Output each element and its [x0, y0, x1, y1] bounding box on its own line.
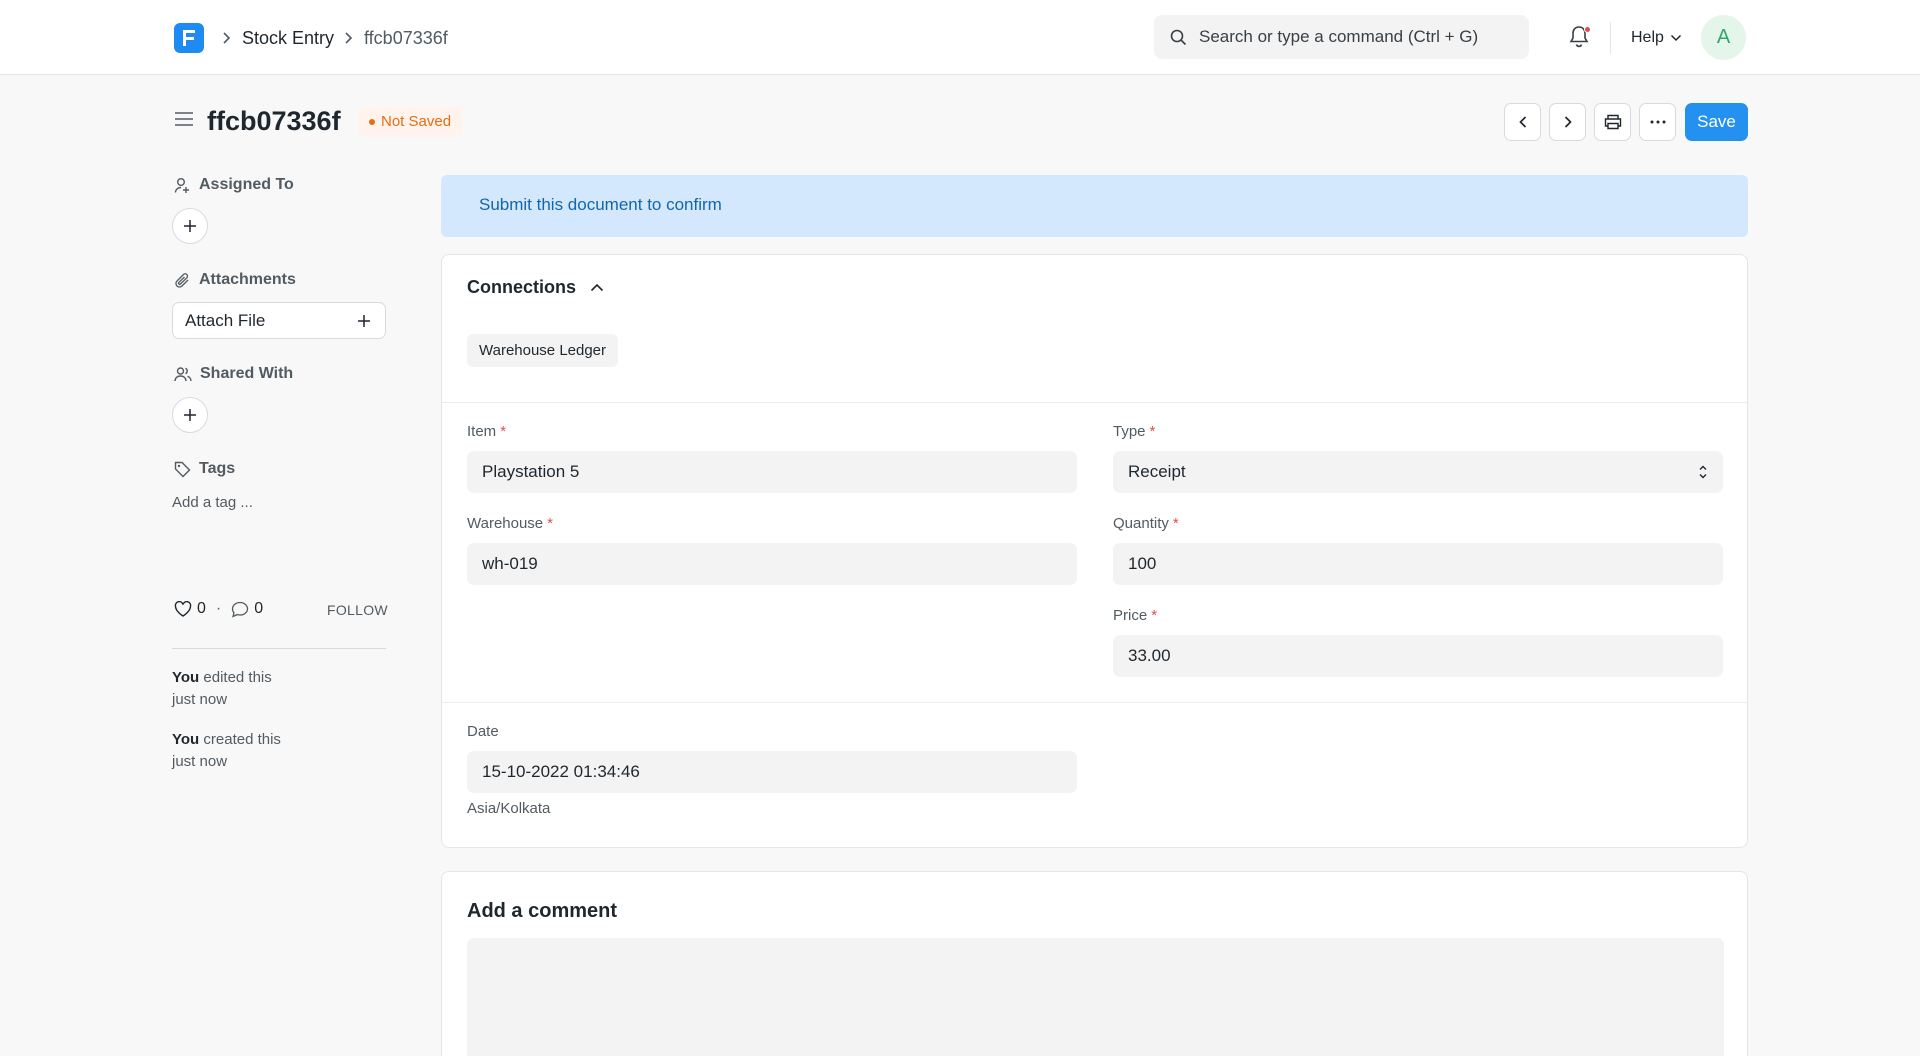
activity-time: just now — [172, 691, 228, 708]
assigned-to-label: Assigned To — [199, 176, 294, 193]
status-text: Not Saved — [381, 113, 452, 130]
notification-dot — [1584, 26, 1591, 33]
connection-warehouse-ledger[interactable]: Warehouse Ledger — [467, 334, 619, 367]
attachments-label: Attachments — [199, 271, 296, 288]
tag-icon — [174, 461, 191, 477]
heart-icon[interactable] — [174, 601, 192, 617]
paperclip-icon — [175, 272, 189, 288]
warehouse-field[interactable]: wh-019 — [467, 543, 1077, 585]
activity-time: just now — [172, 753, 228, 770]
submit-alert: Submit this document to confirm — [441, 175, 1748, 237]
user-avatar[interactable]: A — [1701, 15, 1746, 60]
comment-count: 0 — [254, 600, 264, 617]
page-title: ffcb07336f — [207, 106, 341, 136]
status-badge: Not Saved — [358, 107, 463, 137]
timezone-text: Asia/Kolkata — [467, 800, 551, 817]
activity-actor: You — [172, 731, 200, 748]
item-field[interactable]: Playstation 5 — [467, 451, 1077, 493]
search-icon — [1170, 29, 1187, 46]
date-label: Date — [467, 723, 499, 740]
type-label: Type * — [1113, 423, 1156, 440]
chevron-left-icon — [1518, 116, 1526, 128]
plus-icon — [184, 220, 196, 232]
activity-item: You created this just now — [172, 729, 372, 773]
type-value: Receipt — [1128, 462, 1186, 481]
price-field[interactable]: 33.00 — [1113, 635, 1723, 677]
shared-with-section: Shared With — [174, 365, 293, 383]
search-bar[interactable] — [1154, 15, 1529, 59]
comment-icon[interactable] — [231, 601, 249, 618]
user-add-icon — [174, 177, 189, 193]
chevron-down-icon — [1670, 34, 1681, 42]
price-label: Price * — [1113, 607, 1158, 624]
previous-doc-button[interactable] — [1504, 103, 1541, 141]
print-button[interactable] — [1594, 103, 1631, 141]
add-share-button[interactable] — [172, 397, 208, 433]
quantity-field[interactable]: 100 — [1113, 543, 1723, 585]
date-field[interactable]: 15-10-2022 01:34:46 — [467, 751, 1077, 793]
activity-item: You edited this just now — [172, 667, 372, 711]
warehouse-label: Warehouse * — [467, 515, 553, 532]
chevron-up-icon[interactable] — [590, 283, 604, 292]
add-assignee-button[interactable] — [172, 208, 208, 244]
next-doc-button[interactable] — [1549, 103, 1586, 141]
item-label: Item * — [467, 423, 507, 440]
dot-separator: · — [215, 600, 222, 617]
frappe-logo-icon[interactable] — [174, 23, 204, 53]
section-divider — [442, 402, 1747, 403]
activity-action: edited this — [199, 669, 272, 686]
save-button[interactable]: Save — [1685, 103, 1748, 141]
assigned-to-section: Assigned To — [174, 176, 294, 194]
section-divider — [442, 702, 1747, 703]
chevron-right-icon — [223, 32, 231, 44]
tags-label: Tags — [199, 460, 236, 477]
notifications-bell-icon[interactable] — [1568, 25, 1592, 51]
follow-button[interactable]: FOLLOW — [327, 602, 388, 618]
chevron-right-icon — [345, 32, 353, 44]
chevron-right-icon — [1564, 116, 1572, 128]
activity-action: created this — [199, 731, 281, 748]
sidebar-divider — [172, 648, 386, 649]
type-select[interactable]: Receipt — [1113, 451, 1723, 493]
like-count: 0 — [197, 600, 206, 617]
shared-with-label: Shared With — [200, 365, 294, 382]
help-label: Help — [1631, 29, 1664, 46]
more-dots-icon — [1650, 120, 1665, 124]
select-updown-icon — [1699, 465, 1707, 479]
sidebar-toggle-icon[interactable] — [174, 111, 194, 127]
plus-icon — [358, 315, 370, 327]
users-icon — [174, 366, 192, 381]
navbar: Stock Entry ffcb07336f Help A — [0, 0, 1920, 75]
comment-card: Add a comment — [441, 871, 1748, 1056]
activity-actor: You — [172, 669, 200, 686]
attach-file-button[interactable]: Attach File — [172, 302, 386, 339]
tags-section: Tags — [174, 460, 235, 478]
printer-icon — [1604, 114, 1621, 130]
breadcrumb-current[interactable]: ffcb07336f — [364, 27, 448, 49]
add-tag-link[interactable]: Add a tag ... — [172, 494, 253, 511]
quantity-label: Quantity * — [1113, 515, 1179, 532]
connections-heading: Connections — [467, 277, 577, 297]
help-dropdown[interactable]: Help — [1631, 27, 1682, 49]
form-card: Connections Warehouse Ledger Item * Plays… — [441, 254, 1748, 848]
nav-divider — [1610, 22, 1611, 54]
search-input[interactable] — [1199, 15, 1519, 59]
more-actions-button[interactable] — [1639, 103, 1676, 141]
comment-input[interactable] — [467, 938, 1724, 1056]
attachments-section: Attachments — [174, 271, 296, 289]
comment-heading: Add a comment — [467, 900, 618, 922]
status-dot — [369, 119, 375, 125]
alert-text: Submit this document to confirm — [479, 195, 722, 214]
plus-icon — [184, 409, 196, 421]
connections-header[interactable]: Connections — [467, 277, 604, 298]
likes-comments: 0 · 0 — [174, 600, 263, 618]
breadcrumb-stock-entry[interactable]: Stock Entry — [242, 27, 334, 49]
attach-file-label: Attach File — [185, 311, 266, 330]
